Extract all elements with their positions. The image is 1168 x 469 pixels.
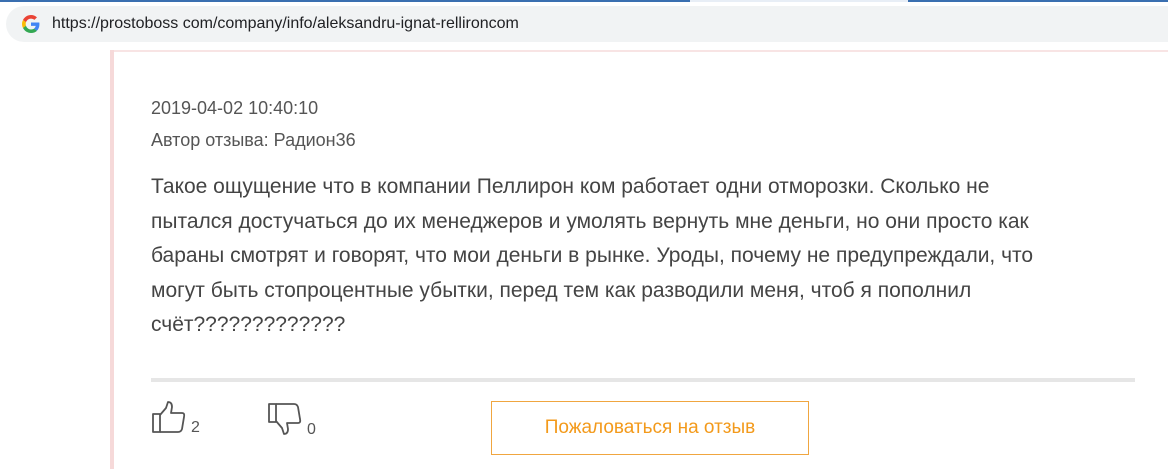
review-text: Такое ощущение что в компании Пеллирон к…: [151, 170, 1111, 343]
review-line: бараны смотрят и говорят, что мои деньги…: [151, 244, 1034, 267]
thumbs-up-icon: [151, 400, 187, 439]
review-date: 2019-04-02 10:40:10: [151, 98, 319, 118]
loading-lines: [0, 0, 1168, 2]
divider: [151, 378, 1135, 382]
url-text: https://prostoboss com/company/info/alek…: [52, 15, 519, 32]
complain-button[interactable]: Пожаловаться на отзыв: [491, 401, 809, 455]
review-author: Автор отзыва: Радион36: [151, 130, 356, 150]
dislike-button[interactable]: 0: [267, 400, 316, 441]
like-button[interactable]: 2: [151, 400, 200, 439]
google-g-icon: [20, 13, 42, 35]
review-card: 2019-04-02 10:40:10 Автор отзыва: Радион…: [110, 50, 1168, 469]
review-line: могут быть стопроцентные убытки, перед т…: [151, 278, 972, 302]
review-line: пытался достучаться до их менеджеров и у…: [151, 209, 1029, 233]
address-bar[interactable]: https://prostoboss com/company/info/alek…: [6, 6, 1168, 42]
review-line: Такое ощущение что в компании Пеллирон к…: [151, 175, 990, 198]
like-count: 2: [191, 419, 200, 436]
review-line: счёт?????????????: [151, 313, 346, 336]
thumbs-down-icon: [267, 400, 303, 441]
dislike-count: 0: [307, 421, 316, 438]
